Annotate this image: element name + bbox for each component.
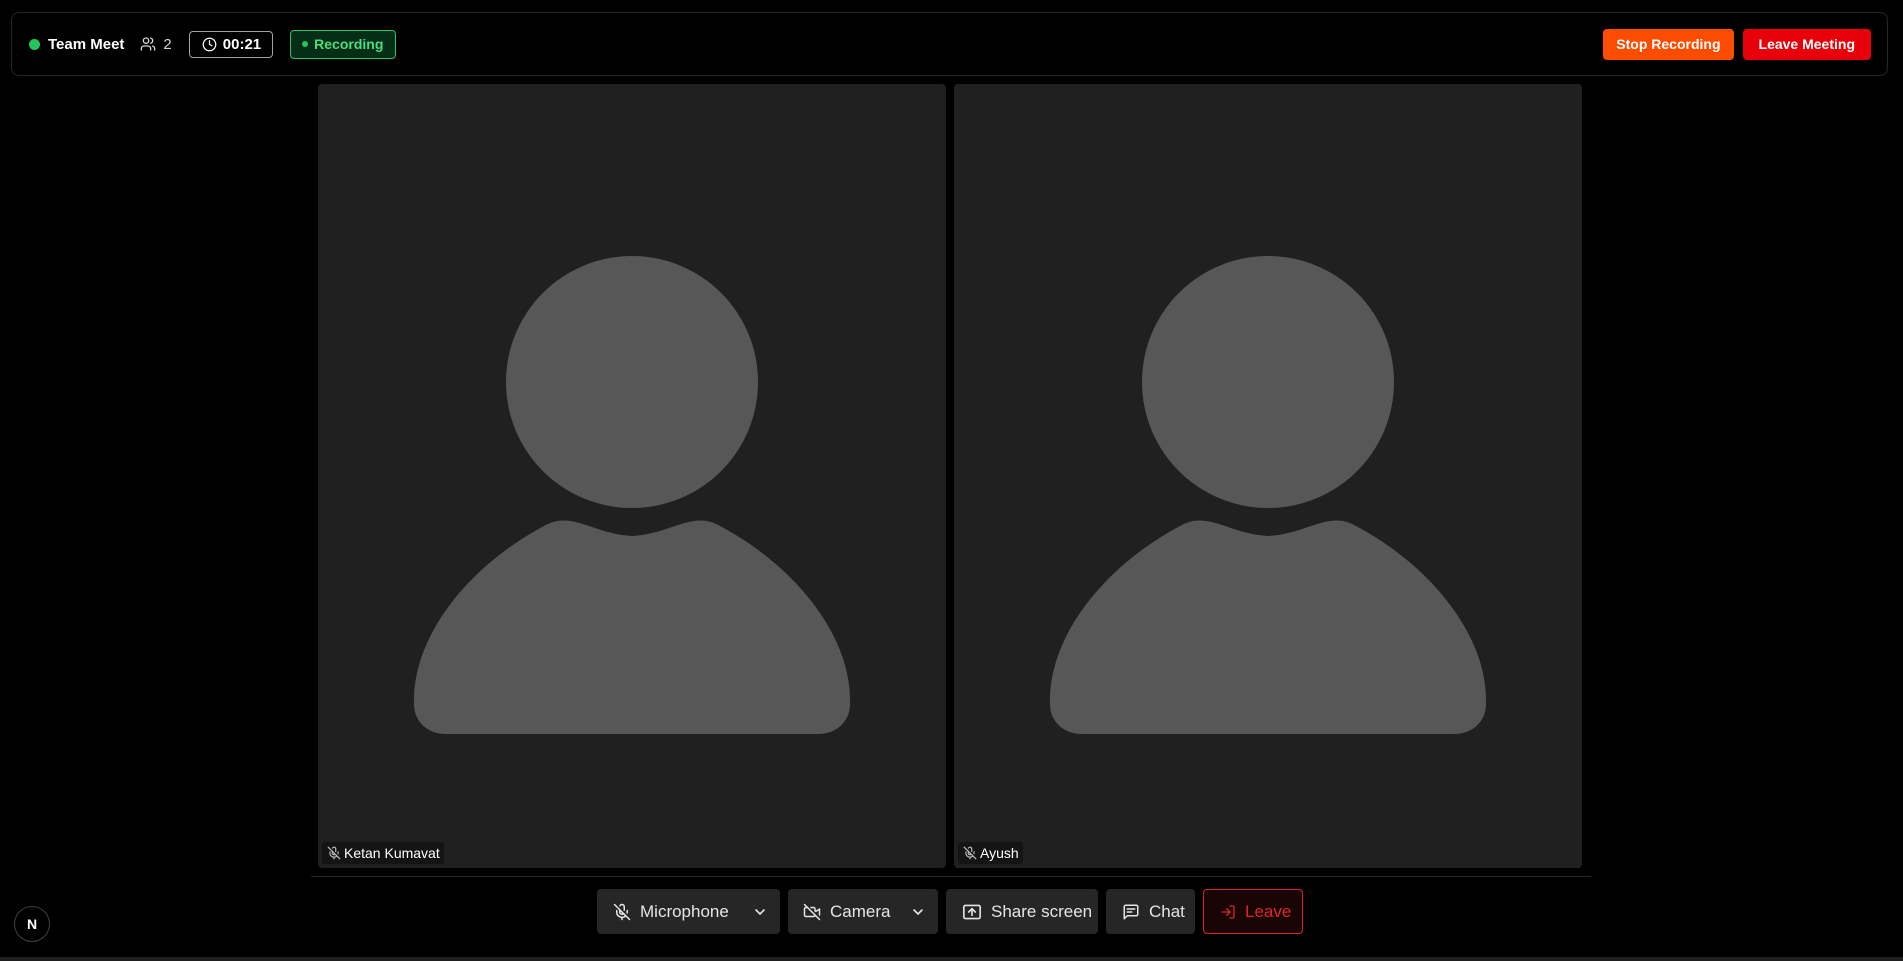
chat-label: Chat: [1149, 901, 1185, 921]
leave-meeting-button[interactable]: Leave Meeting: [1742, 28, 1871, 60]
recording-dot-icon: [302, 41, 309, 47]
chevron-down-icon[interactable]: [752, 904, 768, 920]
chat-icon: [1122, 903, 1140, 921]
screen-share-icon: [962, 903, 982, 921]
mic-off-icon: [613, 903, 631, 921]
header-left: Team Meet 2 00:21 Recording: [29, 29, 397, 59]
microphone-label: Microphone: [640, 901, 729, 921]
control-bar-divider: [311, 876, 1591, 877]
microphone-toggle-button[interactable]: Microphone: [597, 889, 780, 934]
recording-badge: Recording: [290, 29, 397, 59]
header-right: Stop Recording Leave Meeting: [1603, 28, 1871, 60]
participant-tile: Ketan Kumavat: [318, 84, 946, 868]
bottom-edge: [0, 957, 1903, 961]
share-screen-button[interactable]: Share screen: [946, 889, 1098, 934]
app-logo-letter: N: [26, 916, 38, 932]
avatar-placeholder-icon: [1049, 256, 1487, 734]
stop-recording-button[interactable]: Stop Recording: [1603, 28, 1734, 60]
leave-label: Leave: [1245, 901, 1292, 921]
video-off-icon: [803, 903, 821, 921]
clock-icon: [202, 37, 217, 51]
mic-off-icon: [327, 846, 341, 860]
participants-count-value: 2: [163, 35, 172, 53]
recording-badge-label: Recording: [314, 36, 384, 52]
participant-name-tag: Ayush: [958, 842, 1023, 864]
camera-toggle-button[interactable]: Camera: [788, 889, 938, 934]
app-logo-badge[interactable]: N: [14, 906, 50, 942]
avatar-placeholder-icon: [413, 256, 851, 734]
meeting-timer-value: 00:21: [222, 35, 262, 53]
camera-label: Camera: [830, 901, 891, 921]
exit-icon: [1220, 904, 1236, 920]
mic-off-icon: [963, 846, 977, 860]
participants-count[interactable]: 2: [140, 35, 172, 53]
chat-button[interactable]: Chat: [1106, 889, 1195, 934]
users-icon: [141, 37, 156, 51]
chevron-down-icon[interactable]: [910, 904, 926, 920]
share-screen-label: Share screen: [991, 901, 1093, 921]
participant-name: Ayush: [980, 845, 1019, 861]
participant-name: Ketan Kumavat: [344, 845, 440, 861]
live-status-dot: [29, 38, 40, 50]
meeting-timer: 00:21: [188, 30, 274, 58]
participant-name-tag: Ketan Kumavat: [322, 842, 444, 864]
control-bar: Microphone Camera Share screen Chat Leav…: [597, 889, 1303, 934]
meeting-header: Team Meet 2 00:21 Recording Stop Recordi…: [11, 12, 1888, 76]
leave-button[interactable]: Leave: [1203, 889, 1303, 934]
meeting-title: Team Meet: [48, 35, 125, 53]
participant-tile: Ayush: [954, 84, 1582, 868]
